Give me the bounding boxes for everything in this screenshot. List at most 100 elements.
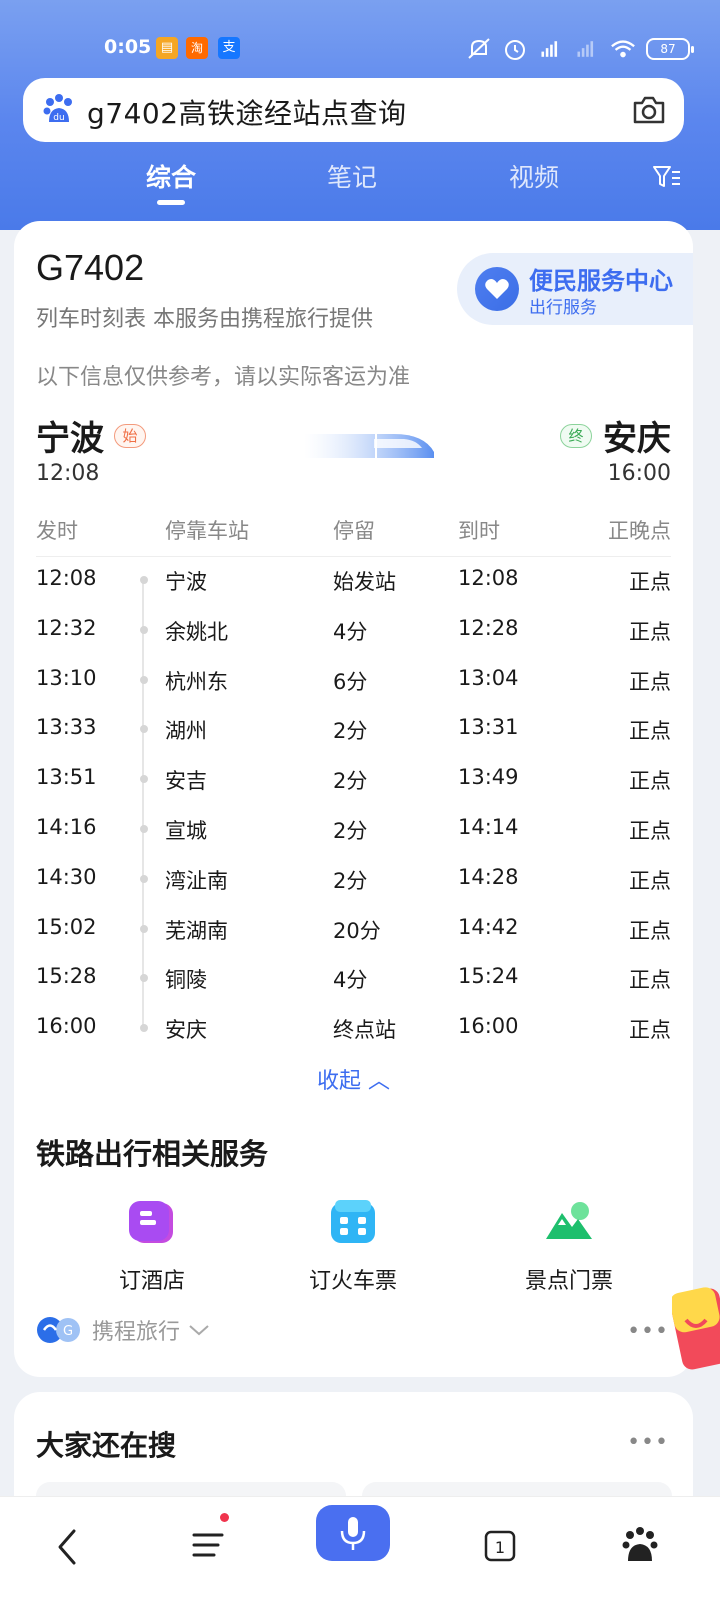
search-bar[interactable]: du g7402高铁途经站点查询 <box>23 78 684 142</box>
row-station: 安吉 <box>165 769 207 794</box>
service-train-ticket[interactable]: 订火车票 <box>278 1197 428 1295</box>
row-punctuality: 正点 <box>629 968 671 993</box>
service-center-button[interactable]: 便民服务中心 出行服务 <box>457 253 693 325</box>
row-station: 宣城 <box>165 819 207 843</box>
alarm-icon <box>505 40 525 60</box>
svg-text:G: G <box>63 1324 73 1339</box>
tabs-count-icon[interactable]: 1 <box>470 1515 530 1575</box>
row-depart-time: 12:08 <box>36 566 97 590</box>
tab-notes[interactable]: 笔记 <box>327 158 377 194</box>
train-icon <box>304 434 434 458</box>
service-center-subtitle: 出行服务 <box>529 298 597 318</box>
collapse-button[interactable]: 收起 ︿ <box>14 1063 693 1095</box>
schedule-table-header: 发时 停靠车站 停留 到时 正晚点 <box>36 513 671 557</box>
row-arrive-time: 13:04 <box>458 665 519 690</box>
row-depart-time: 13:51 <box>36 765 97 790</box>
train-ticket-icon <box>331 1200 375 1243</box>
row-punctuality: 正点 <box>629 868 671 893</box>
row-arrive-time: 12:28 <box>458 615 519 640</box>
row-stop-duration: 2分 <box>333 819 368 843</box>
timeline-dot <box>140 924 148 933</box>
table-row: 15:28 铜陵 4分 15:24 正点 <box>36 952 671 1002</box>
row-punctuality: 正点 <box>629 619 671 644</box>
timeline-dot <box>140 675 148 684</box>
voice-search-button[interactable] <box>316 1505 390 1561</box>
alipay-icon: 支 <box>218 37 240 59</box>
baidu-logo-icon: du <box>43 94 72 123</box>
red-packet-float-icon[interactable] <box>672 1286 720 1374</box>
service-hotel[interactable]: 订酒店 <box>77 1197 227 1295</box>
heart-hand-icon <box>475 267 519 311</box>
row-depart-time: 14:30 <box>36 864 97 889</box>
row-station: 余姚北 <box>165 619 228 644</box>
train-schedule-card: G7402 列车时刻表 本服务由携程旅行提供 以下信息仅供参考，请以实际客运为准… <box>14 221 693 1377</box>
baidu-home-icon[interactable] <box>610 1515 670 1575</box>
hotel-icon <box>129 1201 173 1243</box>
more-options-icon[interactable]: ••• <box>627 1319 669 1344</box>
timeline-dot <box>140 825 148 833</box>
signal-weak-icon <box>577 41 594 57</box>
table-row: 13:10 杭州东 6分 13:04 正点 <box>36 654 671 704</box>
notification-dot <box>220 1513 229 1522</box>
row-arrive-time: 15:24 <box>458 964 519 989</box>
row-depart-time: 15:28 <box>36 964 97 989</box>
timeline-dot <box>140 576 148 584</box>
col-punctuality: 正晚点 <box>608 519 671 543</box>
row-punctuality: 正点 <box>629 819 671 843</box>
row-stop-duration: 始发站 <box>333 570 396 594</box>
row-punctuality: 正点 <box>629 719 671 744</box>
row-arrive-time: 12:08 <box>458 566 519 590</box>
col-arrive-time: 到时 <box>458 519 500 543</box>
arrival-station: 安庆 <box>603 419 671 459</box>
row-arrive-time: 13:49 <box>458 765 519 790</box>
scenic-ticket-icon <box>546 1202 592 1239</box>
timeline-dot <box>140 725 148 734</box>
start-badge: 始 <box>114 424 146 448</box>
timeline-dot <box>140 874 148 883</box>
svg-text:du: du <box>53 113 64 123</box>
row-punctuality: 正点 <box>629 669 671 694</box>
tab-underline <box>157 200 185 205</box>
row-depart-time: 13:33 <box>36 715 97 740</box>
row-arrive-time: 14:28 <box>458 864 519 889</box>
arrival-time: 16:00 <box>607 461 671 486</box>
row-stop-duration: 2分 <box>333 719 368 744</box>
row-arrive-time: 14:42 <box>458 914 519 939</box>
camera-icon[interactable] <box>632 94 666 126</box>
service-scenic-ticket[interactable]: 景点门票 <box>494 1197 644 1295</box>
battery-icon: 87 <box>646 38 694 60</box>
row-depart-time: 14:16 <box>36 815 97 839</box>
row-station: 杭州东 <box>165 669 228 694</box>
provider-name: 携程旅行 <box>92 1320 181 1345</box>
tab-videos[interactable]: 视频 <box>509 158 559 194</box>
search-input[interactable]: g7402高铁途经站点查询 <box>87 92 407 132</box>
row-stop-duration: 6分 <box>333 669 368 694</box>
row-stop-duration: 2分 <box>333 769 368 794</box>
wifi-icon <box>611 40 635 58</box>
taobao-icon: 淘 <box>186 37 208 59</box>
row-arrive-time: 14:14 <box>458 815 519 839</box>
related-more-icon[interactable]: ••• <box>627 1430 669 1455</box>
table-row: 13:33 湖州 2分 13:31 正点 <box>36 703 671 753</box>
status-bar: 0:05 ▤ 淘 支 87 <box>0 34 720 66</box>
back-icon[interactable] <box>38 1515 98 1575</box>
row-station: 湖州 <box>165 719 207 744</box>
menu-icon[interactable] <box>180 1515 240 1575</box>
row-stop-duration: 4分 <box>333 619 368 644</box>
ctrip-logo-icon: G <box>37 1317 80 1343</box>
tab-comprehensive[interactable]: 综合 <box>146 158 196 194</box>
row-stop-duration: 终点站 <box>333 1018 396 1043</box>
row-punctuality: 正点 <box>629 1018 671 1043</box>
row-station: 湾沚南 <box>165 868 228 893</box>
provider-row[interactable]: G 携程旅行 <box>36 1315 210 1345</box>
row-stop-duration: 20分 <box>333 918 381 943</box>
row-depart-time: 13:10 <box>36 665 97 690</box>
row-punctuality: 正点 <box>629 570 671 594</box>
table-row: 15:02 芜湖南 20分 14:42 正点 <box>36 903 671 953</box>
table-row: 14:16 宣城 2分 14:14 正点 <box>36 803 671 853</box>
timeline-dot <box>140 625 148 634</box>
row-stop-duration: 2分 <box>333 868 368 893</box>
row-station: 安庆 <box>165 1018 207 1043</box>
filter-icon[interactable] <box>652 164 682 190</box>
row-station: 铜陵 <box>165 968 207 993</box>
